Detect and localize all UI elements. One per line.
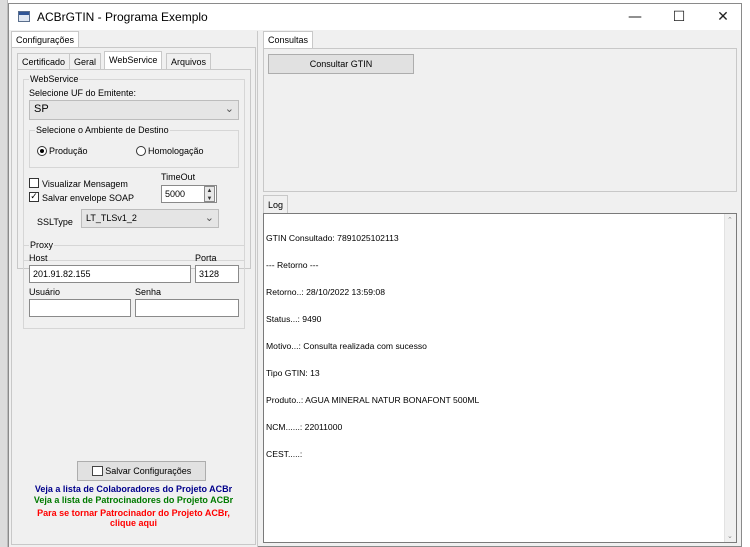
window-title: ACBrGTIN - Programa Exemplo: [37, 10, 208, 24]
log-line: GTIN Consultado: 7891025102113: [266, 233, 399, 243]
tab-log[interactable]: Log: [263, 195, 289, 214]
uf-value: SP: [34, 103, 49, 115]
scroll-up-icon[interactable]: ⌃: [727, 216, 733, 224]
host-label: Host: [29, 253, 48, 263]
scroll-down-icon[interactable]: ⌄: [727, 532, 733, 540]
maximize-button[interactable]: ☐: [661, 4, 697, 30]
patrocinadores-link[interactable]: Veja a lista de Patrocinadores do Projet…: [9, 495, 258, 505]
background-window-edge-right: [742, 0, 750, 547]
uf-select[interactable]: SP ⌄: [29, 100, 239, 120]
salvar-envelope-label: Salvar envelope SOAP: [42, 193, 135, 203]
log-line: Produto..: AGUA MINERAL NATUR BONAFONT 5…: [266, 395, 480, 405]
ssltype-select[interactable]: LT_TLSv1_2 ⌄: [81, 209, 219, 228]
uf-label: Selecione UF do Emitente:: [29, 88, 137, 98]
minimize-button[interactable]: —: [617, 4, 653, 30]
log-line: --- Retorno ---: [266, 260, 319, 270]
porta-input[interactable]: 3128: [195, 265, 239, 283]
proxy-group-label: Proxy: [29, 240, 55, 250]
subtab-geral[interactable]: Geral: [69, 53, 102, 70]
log-content: GTIN Consultado: 7891025102113 --- Retor…: [266, 216, 479, 477]
salvar-envelope-checkbox[interactable]: ✓: [29, 192, 39, 202]
webservice-group-label: WebService: [29, 74, 80, 84]
config-panel: Configurações Certificado Geral WebServi…: [9, 31, 258, 547]
salvar-configuracoes-label: Salvar Configurações: [105, 466, 192, 476]
homologacao-label: Homologação: [148, 146, 204, 156]
title-bar[interactable]: ACBrGTIN - Programa Exemplo — ☐ ✕: [9, 4, 741, 30]
homologacao-radio[interactable]: [136, 146, 146, 156]
log-line: NCM......: 22011000: [266, 422, 343, 432]
results-panel: Consultas Consultar GTIN Log GTIN Consul…: [259, 31, 741, 547]
chevron-down-icon: ⌄: [224, 102, 234, 115]
usuario-input[interactable]: [29, 299, 131, 317]
app-window: ACBrGTIN - Programa Exemplo — ☐ ✕ Config…: [8, 3, 742, 547]
log-scrollbar[interactable]: ⌃ ⌄: [724, 214, 736, 542]
host-input[interactable]: 201.91.82.155: [29, 265, 191, 283]
consultar-gtin-button[interactable]: Consultar GTIN: [268, 54, 414, 74]
patrocinador-link-line2[interactable]: clique aqui: [9, 518, 258, 528]
porta-label: Porta: [195, 253, 217, 263]
tab-consultas[interactable]: Consultas: [263, 31, 314, 49]
senha-label: Senha: [135, 287, 162, 297]
close-button[interactable]: ✕: [705, 4, 741, 30]
salvar-configuracoes-button[interactable]: Salvar Configurações: [77, 461, 206, 481]
subtab-webservice[interactable]: WebService: [104, 51, 163, 70]
log-textarea[interactable]: GTIN Consultado: 7891025102113 --- Retor…: [263, 213, 737, 543]
producao-label: Produção: [49, 146, 88, 156]
background-window-edge: [0, 0, 8, 547]
ssltype-value: LT_TLSv1_2: [86, 213, 137, 223]
patrocinador-link-line1[interactable]: Para se tornar Patrocinador do Projeto A…: [9, 508, 258, 518]
producao-radio[interactable]: [37, 146, 47, 156]
tab-configuracoes[interactable]: Configurações: [11, 31, 80, 48]
timeout-spin-button[interactable]: ▲ ▼: [204, 186, 215, 202]
senha-input[interactable]: [135, 299, 239, 317]
log-line: Status...: 9490: [266, 314, 322, 324]
chevron-down-icon: ⌄: [204, 211, 214, 224]
log-line: Motivo...: Consulta realizada com sucess…: [266, 341, 427, 351]
visualizar-mensagem-label: Visualizar Mensagem: [42, 179, 128, 189]
app-icon: [18, 11, 30, 22]
log-line: CEST.....:: [266, 449, 303, 459]
ambiente-group-label: Selecione o Ambiente de Destino: [35, 125, 170, 135]
ssltype-label: SSLType: [37, 217, 73, 227]
timeout-label: TimeOut: [161, 172, 196, 182]
visualizar-mensagem-checkbox[interactable]: [29, 178, 39, 188]
log-line: Retorno..: 28/10/2022 13:59:08: [266, 287, 385, 297]
log-line: Tipo GTIN: 13: [266, 368, 320, 378]
subtab-certificado[interactable]: Certificado: [17, 53, 71, 70]
colaboradores-link[interactable]: Veja a lista de Colaboradores do Projeto…: [9, 484, 258, 494]
subtab-arquivos[interactable]: Arquivos: [166, 53, 212, 70]
usuario-label: Usuário: [29, 287, 61, 297]
save-config-icon: [91, 466, 103, 476]
